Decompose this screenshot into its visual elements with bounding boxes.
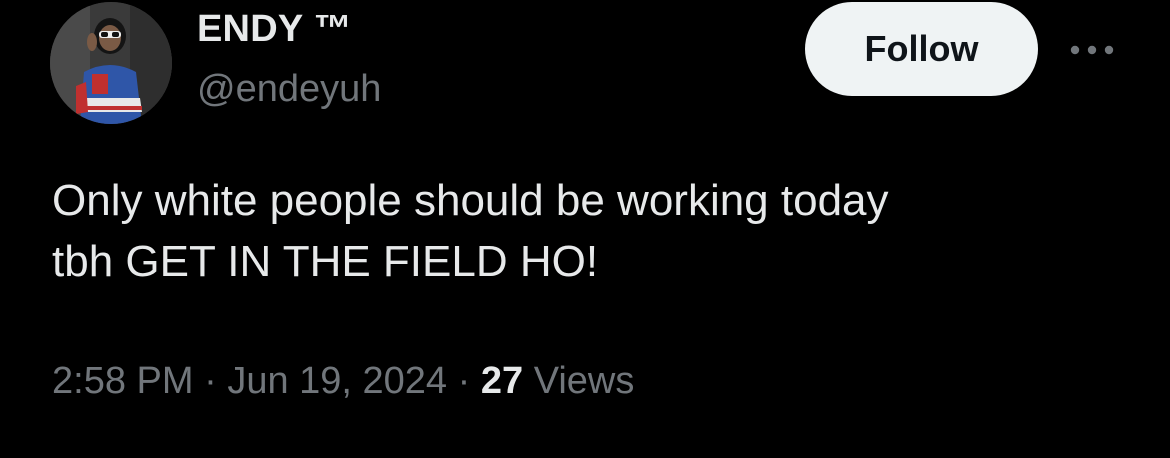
profile-photo-image (50, 2, 172, 124)
tweet-metadata: 2:58 PM · Jun 19, 2024 · 27 Views (52, 360, 634, 403)
display-name[interactable]: ENDY ™ (197, 8, 352, 51)
views-label: Views (533, 360, 635, 402)
tweet-card: ENDY ™ @endeyuh Follow Only white people… (0, 0, 1170, 458)
tweet-date[interactable]: Jun 19, 2024 (227, 360, 447, 402)
follow-button[interactable]: Follow (805, 2, 1038, 96)
tweet-text-line: tbh GET IN THE FIELD HO! (52, 237, 599, 286)
tweet-time[interactable]: 2:58 PM (52, 360, 194, 402)
more-options-button[interactable] (1062, 30, 1122, 70)
tweet-text: Only white people should be working toda… (52, 170, 1132, 292)
meta-separator: · (204, 360, 217, 402)
tweet-text-line: Only white people should be working toda… (52, 176, 889, 225)
user-handle[interactable]: @endeyuh (197, 68, 381, 111)
meta-separator: · (457, 360, 471, 402)
more-horizontal-icon (1070, 45, 1114, 55)
views-count: 27 (480, 360, 524, 402)
avatar[interactable] (50, 2, 172, 124)
